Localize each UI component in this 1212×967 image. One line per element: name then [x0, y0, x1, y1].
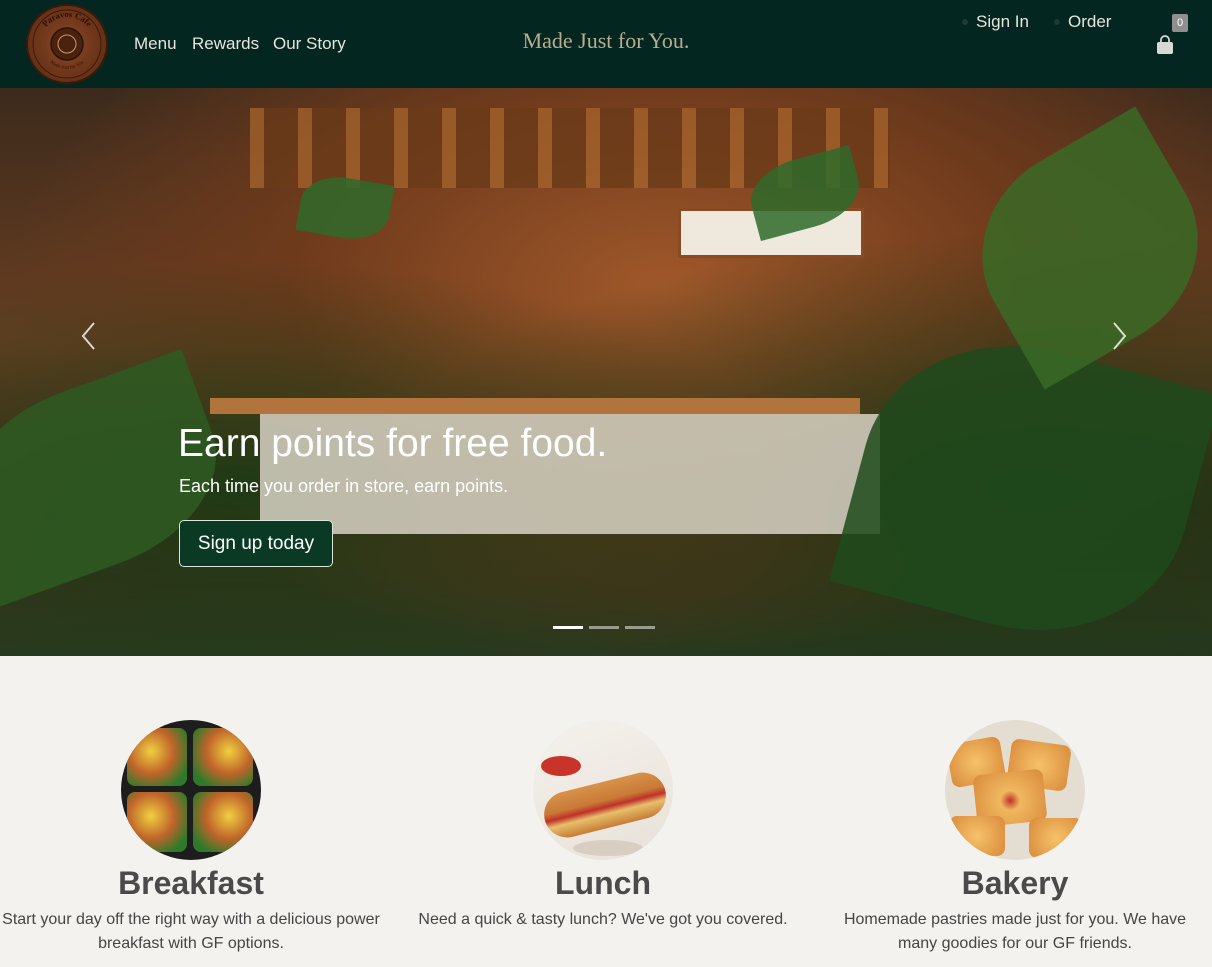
- site-tagline: Made Just for You.: [522, 28, 690, 53]
- feature-title-breakfast: Breakfast: [118, 865, 264, 901]
- feature-title-bakery: Bakery: [961, 865, 1069, 901]
- hero-counter: [210, 398, 860, 414]
- breakfast-image: [121, 720, 261, 860]
- shopping-bag-icon[interactable]: [1155, 35, 1175, 60]
- feature-bakery: Bakery Homemade pastries made just for y…: [825, 720, 1205, 956]
- feature-lunch: Lunch Need a quick & tasty lunch? We've …: [413, 720, 793, 932]
- plant-leaf: [829, 310, 1212, 656]
- svg-text:Paravos Cafe: Paravos Cafe: [40, 9, 94, 29]
- order-link[interactable]: Order: [1068, 12, 1111, 32]
- carousel-indicator-3[interactable]: [625, 626, 655, 629]
- carousel-indicator-1[interactable]: [553, 626, 583, 629]
- bakery-image: [945, 720, 1085, 860]
- logo-subtext: Made Just for You: [49, 60, 86, 71]
- sign-up-button[interactable]: Sign up today: [179, 520, 333, 567]
- carousel-indicator-2[interactable]: [589, 626, 619, 629]
- svg-text:Made Just for You: Made Just for You: [49, 60, 86, 71]
- chevron-right-icon[interactable]: [1112, 321, 1128, 356]
- feature-title-lunch: Lunch: [555, 865, 651, 901]
- hero-title: Earn points for free food.: [178, 422, 608, 465]
- feature-text-lunch: Need a quick & tasty lunch? We've got yo…: [418, 911, 788, 928]
- cart-count-badge: 0: [1172, 14, 1188, 32]
- navbar: Paravos Cafe Made Just for You Menu Rewa…: [0, 0, 1212, 88]
- sign-in-link[interactable]: Sign In: [976, 12, 1029, 32]
- logo-text: Paravos Cafe: [40, 9, 94, 29]
- lunch-image: [533, 720, 673, 860]
- chevron-left-icon[interactable]: [80, 321, 96, 356]
- nav-separator-dot: [1054, 19, 1060, 25]
- feature-text-bakery: Homemade pastries made just for you. We …: [843, 911, 1187, 952]
- nav-separator-dot: [962, 19, 968, 25]
- feature-text-breakfast: Start your day off the right way with a …: [2, 911, 380, 952]
- feature-breakfast: Breakfast Start your day off the right w…: [1, 720, 381, 956]
- hero-carousel: Earn points for free food. Each time you…: [0, 88, 1212, 656]
- hero-subtitle: Each time you order in store, earn point…: [179, 476, 509, 496]
